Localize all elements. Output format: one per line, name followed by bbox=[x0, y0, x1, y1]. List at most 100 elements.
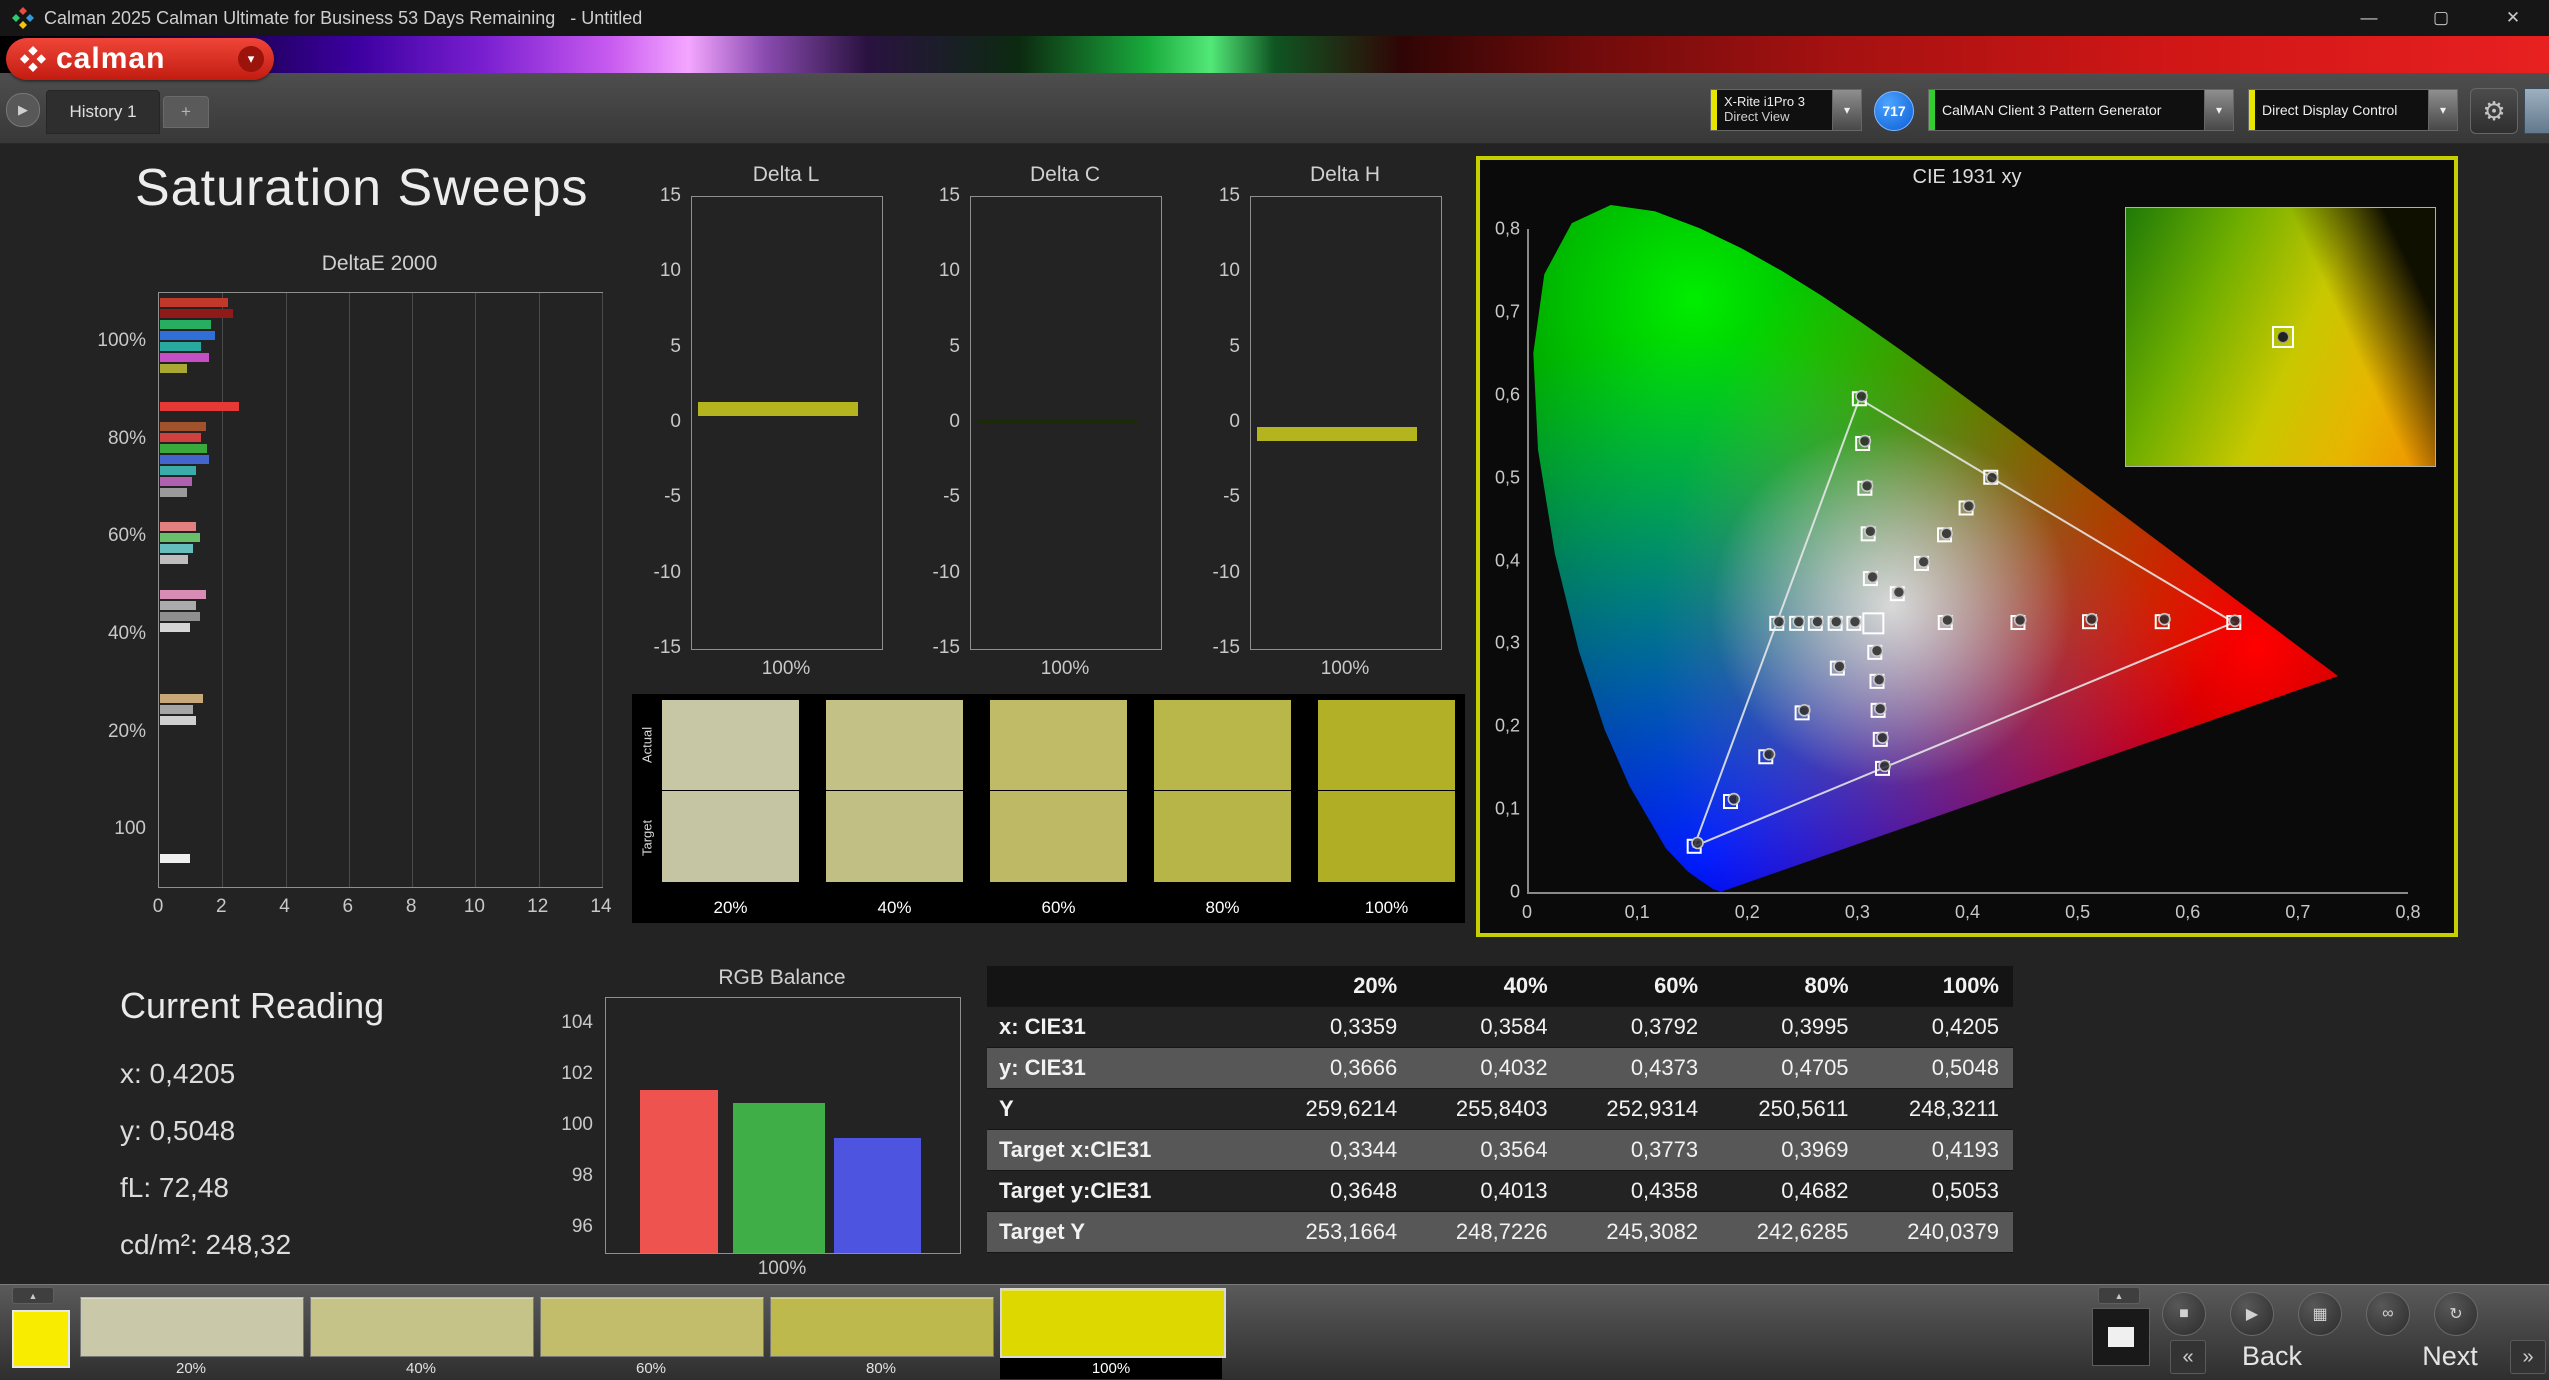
measured-point bbox=[1727, 792, 1741, 806]
deltae-bar bbox=[160, 693, 203, 703]
x-tick-label: 0 bbox=[152, 896, 164, 917]
display-control-dropdown[interactable]: Direct Display Control ▾ bbox=[2248, 89, 2458, 131]
chevron-down-icon[interactable]: ▾ bbox=[2204, 90, 2233, 130]
chevron-down-icon[interactable]: ▾ bbox=[1832, 90, 1861, 130]
saturation-column: 40% bbox=[826, 700, 963, 918]
meter-mode: Direct View bbox=[1724, 109, 1790, 124]
current-reading-x: x: 0,4205 bbox=[120, 1058, 236, 1089]
actual-swatch bbox=[1318, 700, 1455, 790]
calman-diamond-icon bbox=[20, 46, 46, 72]
deltae-bar bbox=[160, 352, 210, 362]
link-button[interactable]: ∞ bbox=[2366, 1292, 2410, 1336]
measured-point bbox=[1792, 615, 1806, 628]
minimize-button[interactable]: — bbox=[2333, 0, 2405, 36]
grid-line bbox=[538, 293, 540, 887]
next-button[interactable]: Next bbox=[2390, 1338, 2510, 1374]
y-tick-label: 98 bbox=[571, 1164, 593, 1186]
y-tick-label: 0 bbox=[670, 411, 681, 432]
measured-point bbox=[1873, 702, 1887, 716]
close-button[interactable]: ✕ bbox=[2477, 0, 2549, 36]
calman-logo-menu[interactable]: calman ▾ bbox=[6, 38, 274, 80]
x-tick-label: 0,6 bbox=[2175, 902, 2201, 922]
measured-point bbox=[1940, 527, 1953, 540]
delta-c-plot bbox=[970, 196, 1162, 650]
current-reading-title: Current Reading bbox=[120, 985, 385, 1026]
cie-zoom-inset bbox=[2125, 207, 2436, 467]
y-tick-label: -5 bbox=[943, 486, 960, 508]
rgb-bar-blue bbox=[834, 1138, 921, 1253]
row-label: Y bbox=[987, 1088, 1261, 1130]
play-button[interactable]: ▶ bbox=[2230, 1292, 2274, 1336]
y-tick-label: -15 bbox=[1212, 637, 1240, 658]
measured-point bbox=[1941, 613, 1954, 627]
x-tick-label: 6 bbox=[342, 896, 354, 917]
app-icon bbox=[12, 7, 34, 29]
table-cell: 0,3773 bbox=[1561, 1129, 1713, 1171]
rgb-balance-plot bbox=[605, 997, 961, 1254]
meter-dropdown[interactable]: X-Rite i1Pro 3 Direct View ▾ bbox=[1710, 89, 1862, 131]
measured-point bbox=[1829, 615, 1843, 628]
deltae-bar bbox=[160, 590, 206, 599]
current-patch-swatch bbox=[12, 1310, 70, 1368]
patch-swatch-100%[interactable] bbox=[1000, 1288, 1226, 1358]
deltae-bar bbox=[160, 422, 206, 432]
expand-history-panel-button[interactable]: ▶ bbox=[6, 93, 40, 127]
delta-value-bar bbox=[977, 418, 1137, 424]
deltae-bar bbox=[160, 341, 202, 351]
add-layout-tab-button[interactable]: + bbox=[163, 96, 209, 128]
table-row: Target x:CIE31 0,3344 0,3564 0,3773 0,3969 0,… bbox=[987, 1129, 2013, 1171]
deltae-bar bbox=[160, 854, 191, 864]
x-tick-label: 14 bbox=[590, 896, 612, 917]
meter-name: X-Rite i1Pro 3 bbox=[1724, 94, 1805, 110]
table-cell: 248,7226 bbox=[1411, 1211, 1562, 1253]
deltae-bar bbox=[160, 554, 189, 564]
deltae-bar bbox=[160, 308, 233, 318]
maximize-button[interactable]: ▢ bbox=[2405, 0, 2477, 36]
pattern-generator-dropdown[interactable]: CalMAN Client 3 Pattern Generator ▾ bbox=[1928, 89, 2234, 131]
collapse-left-tray-button[interactable]: ▲ bbox=[12, 1287, 54, 1304]
table-cell: 252,9314 bbox=[1561, 1088, 1713, 1130]
delta-value-bar bbox=[1257, 426, 1417, 441]
delta-l-title: Delta L bbox=[752, 163, 820, 186]
tab-history-1[interactable]: History 1 bbox=[46, 90, 160, 134]
y-tick-label: 0,4 bbox=[1494, 550, 1520, 570]
collapse-right-tray-button[interactable]: ▲ bbox=[2098, 1287, 2140, 1304]
back-button[interactable]: Back bbox=[2212, 1338, 2332, 1374]
y-tick-label: 5 bbox=[949, 335, 960, 357]
pattern-window-button[interactable] bbox=[2092, 1308, 2150, 1366]
collapse-side-panel-button[interactable] bbox=[2524, 88, 2549, 134]
table-row: Y 259,6214 255,8403 252,9314 250,5611 248,321… bbox=[987, 1088, 2013, 1130]
measured-point bbox=[1878, 759, 1892, 773]
previous-page-button[interactable]: « bbox=[2170, 1340, 2206, 1374]
current-reading-cdm2: cd/m²: 248,32 bbox=[120, 1229, 292, 1260]
y-tick-label: 10 bbox=[659, 260, 681, 282]
deltae-bar bbox=[160, 543, 194, 553]
x-tick-label: 0,4 bbox=[1954, 902, 1981, 922]
y-tick-label: -5 bbox=[1223, 486, 1240, 508]
deltae-bar bbox=[160, 444, 208, 454]
measured-point bbox=[1962, 499, 1976, 513]
measured-point bbox=[1917, 555, 1930, 569]
actual-row-label: Actual bbox=[639, 726, 655, 764]
patch-swatch-20%[interactable] bbox=[80, 1297, 304, 1357]
gear-icon[interactable]: ⚙ bbox=[2470, 88, 2518, 134]
table-cell: 0,4032 bbox=[1411, 1047, 1562, 1089]
patch-swatch-40%[interactable] bbox=[310, 1297, 534, 1357]
deltae-bar bbox=[160, 612, 200, 621]
table-cell: 0,3969 bbox=[1712, 1129, 1863, 1171]
deltae-bar bbox=[160, 488, 187, 498]
patch-swatch-60%[interactable] bbox=[540, 1297, 764, 1357]
column-header: 100% bbox=[1862, 966, 2013, 1007]
target-swatch bbox=[990, 791, 1127, 882]
table-cell: 0,5053 bbox=[1862, 1170, 2013, 1212]
x-tick-label: 0,5 bbox=[2065, 902, 2091, 922]
deltae-bar bbox=[160, 601, 197, 610]
chevron-down-icon[interactable]: ▾ bbox=[2428, 90, 2457, 130]
next-page-button[interactable]: » bbox=[2510, 1340, 2546, 1374]
delta-c-x-label: 100% bbox=[1040, 658, 1090, 679]
patch-swatch-80%[interactable] bbox=[770, 1297, 994, 1357]
refresh-button[interactable]: ↻ bbox=[2434, 1292, 2478, 1336]
meter-status-badge[interactable]: 717 bbox=[1874, 91, 1914, 131]
save-button[interactable]: ▦ bbox=[2298, 1292, 2342, 1336]
stop-button[interactable]: ■ bbox=[2162, 1292, 2206, 1336]
